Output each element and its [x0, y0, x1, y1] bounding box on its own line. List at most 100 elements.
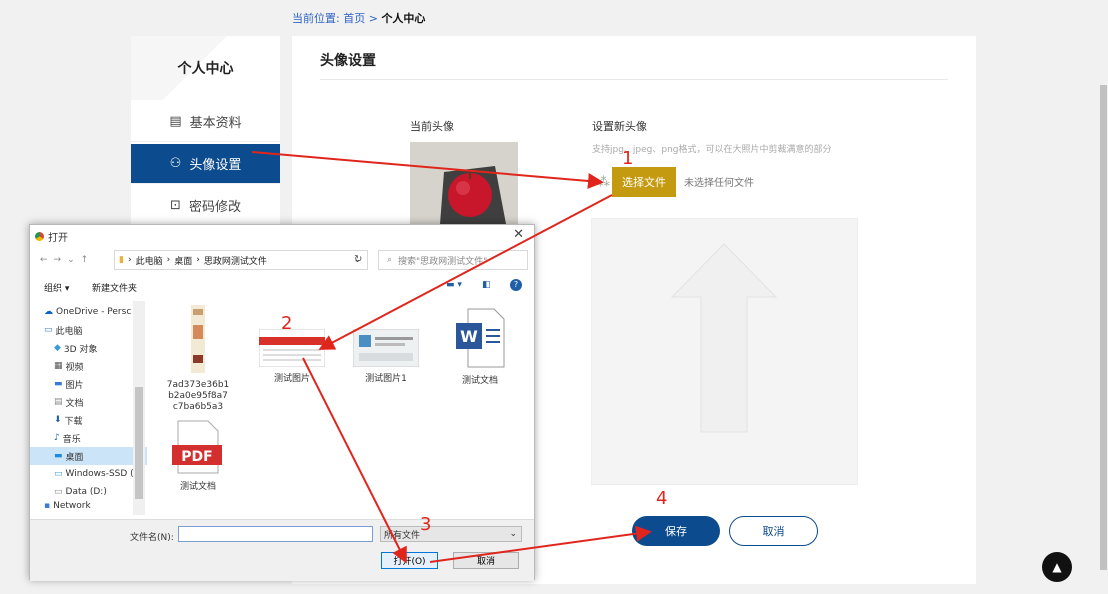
- step-number: 1: [622, 148, 634, 169]
- tree-scroll-thumb[interactable]: [135, 387, 143, 499]
- back-to-top-icon[interactable]: ▲: [1042, 552, 1072, 582]
- step-number: 2: [281, 313, 293, 334]
- tree-item-this-pc[interactable]: ▭ 此电脑: [30, 321, 147, 339]
- tree-item-data-drive[interactable]: ▭ Data (D:): [30, 483, 147, 501]
- tree-item-music[interactable]: ♪ 音乐: [30, 429, 147, 447]
- cloud-icon: ☁: [44, 307, 53, 317]
- pdf-icon: PDF: [172, 420, 222, 474]
- file-name: 7ad373e36b1b2a0e95f8a7c7ba6b5a3: [166, 380, 230, 412]
- address-bar[interactable]: ▮ › 此电脑 › 桌面 › 思政网测试文件 ⌄: [114, 250, 368, 270]
- tree-item-downloads[interactable]: ⬇ 下载: [30, 411, 147, 429]
- drive-icon: ▭: [54, 487, 63, 497]
- image-thumbnail-icon: [352, 328, 420, 368]
- organize-button[interactable]: 组织 ▾: [44, 281, 69, 294]
- image-thumbnail-icon: [191, 305, 205, 373]
- path-segment[interactable]: 桌面: [174, 254, 192, 267]
- dialog-footer: 文件名(N): 所有文件 ⌄ 打开(O) 取消: [30, 519, 534, 581]
- tree-item-network[interactable]: ▪ Network: [30, 501, 147, 510]
- sidebar-item-label: 头像设置: [189, 158, 242, 173]
- dialog-title: 打开: [48, 232, 68, 244]
- view-icon[interactable]: ▬ ▾: [446, 280, 462, 290]
- breadcrumb: 当前位置: 首页 > 个人中心: [292, 10, 425, 26]
- sidebar-item-label: 密码修改: [188, 200, 241, 215]
- tree-item-windows-drive[interactable]: ▭ Windows-SSD (: [30, 465, 147, 483]
- file-open-dialog: 打开 ✕ ← → ⌄ ↑ ▮ › 此电脑 › 桌面 › 思政网测试文件 ⌄ ↻ ⌕ 搜索"思政网测试文…: [29, 224, 535, 581]
- cancel-button[interactable]: 取消: [729, 516, 818, 546]
- file-name: 测试文档: [179, 482, 216, 492]
- new-folder-button[interactable]: 新建文件夹: [92, 281, 137, 294]
- download-icon: ⬇: [54, 415, 62, 425]
- path-segment[interactable]: 此电脑: [136, 254, 163, 267]
- file-item[interactable]: 测试图片1: [346, 328, 426, 385]
- page-scroll-thumb[interactable]: [1100, 85, 1107, 570]
- filename-label: 文件名(N):: [130, 533, 174, 543]
- loading-icon: ⁂: [597, 175, 610, 190]
- profile-icon: ▤: [169, 114, 182, 129]
- document-icon: ▤: [54, 397, 63, 407]
- cube-icon: ◆: [54, 343, 61, 353]
- desktop-icon: ▬: [54, 451, 63, 461]
- music-icon: ♪: [54, 433, 60, 443]
- sidebar-item-label: 基本资料: [189, 116, 242, 131]
- pane-icon[interactable]: ◧: [482, 280, 491, 290]
- folder-tree: ☁ OneDrive - Persc ▭ 此电脑 ◆ 3D 对象 ▦ 视频 ▬ 图片 ▤ 文…: [30, 303, 147, 515]
- computer-icon: ▭: [44, 325, 53, 335]
- breadcrumb-home[interactable]: 首页: [343, 12, 365, 25]
- step-number: 4: [656, 488, 668, 509]
- word-document-icon: W: [456, 308, 505, 368]
- filename-input[interactable]: [178, 526, 373, 542]
- chevron-down-icon: ⌄: [509, 529, 517, 539]
- close-icon[interactable]: ✕: [513, 227, 524, 242]
- new-avatar-label: 设置新头像: [592, 120, 647, 133]
- dropdown-icon[interactable]: ⌄: [67, 255, 75, 265]
- tree-item-3d[interactable]: ◆ 3D 对象: [30, 339, 147, 357]
- file-item[interactable]: W 测试文档: [440, 307, 520, 387]
- filetype-select[interactable]: 所有文件 ⌄: [380, 526, 522, 542]
- sidebar-item-avatar[interactable]: ⚇ 头像设置: [131, 144, 280, 184]
- sidebar-item-profile[interactable]: ▤ 基本资料: [131, 102, 280, 142]
- path-segment[interactable]: 思政网测试文件: [204, 254, 267, 267]
- lock-icon: ⊡: [170, 198, 181, 213]
- search-icon: ⌕: [387, 255, 393, 265]
- breadcrumb-current: 个人中心: [381, 12, 426, 25]
- file-item[interactable]: PDF 测试文档: [158, 419, 238, 493]
- tree-item-onedrive[interactable]: ☁ OneDrive - Persc: [30, 303, 147, 321]
- save-button[interactable]: 保存: [632, 516, 720, 546]
- drive-icon: ▭: [54, 469, 63, 479]
- sidebar-item-password[interactable]: ⊡ 密码修改: [131, 186, 280, 226]
- help-icon[interactable]: ?: [510, 279, 522, 291]
- filetype-value: 所有文件: [384, 530, 421, 541]
- file-name: 测试文档: [461, 376, 498, 386]
- dialog-titlebar: 打开: [30, 225, 534, 247]
- file-item[interactable]: 测试图片: [252, 328, 332, 385]
- tree-item-videos[interactable]: ▦ 视频: [30, 357, 147, 375]
- sidebar-title: 个人中心: [131, 36, 280, 100]
- no-file-text: 未选择任何文件: [684, 178, 754, 189]
- dialog-cancel-button[interactable]: 取消: [453, 552, 519, 569]
- breadcrumb-separator: >: [368, 12, 378, 25]
- up-icon[interactable]: ↑: [81, 255, 89, 265]
- chrome-icon: [35, 231, 44, 241]
- open-button[interactable]: 打开(O): [381, 552, 438, 569]
- tree-item-documents[interactable]: ▤ 文档: [30, 393, 147, 411]
- choose-file-button[interactable]: 选择文件: [612, 167, 676, 197]
- divider: [320, 79, 948, 80]
- avatar-preview: [591, 218, 858, 485]
- file-name: 测试图片: [273, 374, 310, 384]
- forward-icon[interactable]: →: [54, 255, 62, 265]
- svg-text:W: W: [460, 327, 478, 346]
- tree-item-pictures[interactable]: ▬ 图片: [30, 375, 147, 393]
- page-title: 头像设置: [320, 53, 376, 69]
- current-avatar-image: [410, 142, 518, 224]
- refresh-icon[interactable]: ↻: [354, 254, 362, 265]
- step-number: 3: [420, 514, 432, 535]
- back-icon[interactable]: ←: [40, 255, 48, 265]
- svg-text:PDF: PDF: [181, 449, 212, 465]
- tree-item-desktop[interactable]: ▬ 桌面: [30, 447, 147, 465]
- search-input[interactable]: ⌕ 搜索"思政网测试文件": [378, 250, 528, 270]
- current-avatar-label: 当前头像: [410, 120, 454, 133]
- network-icon: ▪: [44, 501, 51, 510]
- dialog-toolbar: 组织 ▾ 新建文件夹 ▬ ▾ ◧ ?: [30, 277, 534, 297]
- breadcrumb-prefix: 当前位置:: [292, 12, 340, 25]
- file-item[interactable]: 7ad373e36b1b2a0e95f8a7c7ba6b5a3: [158, 305, 238, 413]
